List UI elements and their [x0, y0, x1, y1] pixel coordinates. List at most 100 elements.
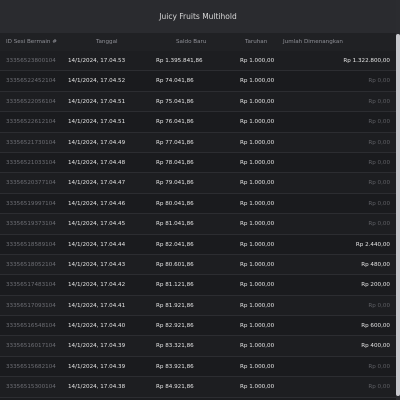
session-id-cell: 33356521730104	[6, 139, 56, 146]
bet-cell: Rp 1.000,00	[240, 159, 275, 166]
date-cell: 14/1/2024, 17.04.42	[68, 282, 126, 289]
table-row[interactable]: 33356519373104 14/1/2024, 17.04.45 Rp 81.0…	[0, 214, 396, 235]
balance-cell: Rp 81.121,86	[156, 282, 194, 289]
win-cell: Rp 0,00	[368, 78, 390, 85]
win-cell: Rp 200,00	[361, 282, 390, 289]
table-row[interactable]: 33356519997104 14/1/2024, 17.04.46 Rp 80.0…	[0, 193, 396, 215]
session-id-cell: 33356515682104	[6, 363, 56, 370]
session-id-cell: 33356519373104	[6, 221, 56, 228]
history-table-body: 33356523800104 14/1/2024, 17.04.53 Rp 1.39…	[0, 51, 396, 398]
table-header: ID Sesi Bermain # Tanggal Saldo Baru Tar…	[0, 33, 396, 51]
balance-cell: Rp 82.041,86	[156, 241, 194, 248]
window-title: Juicy Fruits Multihold	[159, 12, 237, 21]
balance-cell: Rp 84.921,86	[156, 384, 194, 391]
scrollbar-track[interactable]	[396, 0, 400, 400]
win-cell: Rp 0,00	[368, 384, 390, 391]
column-header-bet[interactable]: Taruhan	[245, 39, 267, 45]
date-cell: 14/1/2024, 17.04.45	[68, 221, 126, 228]
session-id-cell: 33356522612104	[6, 119, 56, 126]
win-cell: Rp 0,00	[368, 139, 390, 146]
date-cell: 14/1/2024, 17.04.38	[68, 384, 126, 391]
bet-cell: Rp 1.000,00	[240, 139, 275, 146]
column-header-win[interactable]: Jumlah Dimenangkan	[283, 39, 343, 45]
bet-cell: Rp 1.000,00	[240, 221, 275, 228]
date-cell: 14/1/2024, 17.04.51	[68, 119, 126, 126]
bet-cell: Rp 1.000,00	[240, 384, 275, 391]
title-bar: Juicy Fruits Multihold	[0, 0, 396, 33]
balance-cell: Rp 79.041,86	[156, 180, 194, 187]
win-cell: Rp 600,00	[361, 323, 390, 330]
bet-cell: Rp 1.000,00	[240, 282, 275, 289]
table-row[interactable]: 33356515682104 14/1/2024, 17.04.39 Rp 83.9…	[0, 356, 396, 378]
balance-cell: Rp 83.321,86	[156, 343, 194, 350]
balance-cell: Rp 81.921,86	[156, 302, 194, 309]
table-row[interactable]: 33356516017104 14/1/2024, 17.04.39 Rp 83.3…	[0, 336, 396, 357]
bet-cell: Rp 1.000,00	[240, 343, 275, 350]
win-cell: Rp 0,00	[368, 119, 390, 126]
table-row[interactable]: 33356522612104 14/1/2024, 17.04.51 Rp 76.0…	[0, 112, 396, 133]
win-cell: Rp 0,00	[368, 302, 390, 309]
bet-cell: Rp 1.000,00	[240, 200, 275, 207]
session-id-cell: 33356518052104	[6, 261, 56, 268]
bet-cell: Rp 1.000,00	[240, 241, 275, 248]
session-id-cell: 33356518589104	[6, 241, 56, 248]
win-cell: Rp 0,00	[368, 200, 390, 207]
session-id-cell: 33356516017104	[6, 343, 56, 350]
date-cell: 14/1/2024, 17.04.48	[68, 159, 126, 166]
session-id-cell: 33356517093104	[6, 302, 56, 309]
balance-cell: Rp 74.041,86	[156, 78, 194, 85]
bet-cell: Rp 1.000,00	[240, 323, 275, 330]
session-id-cell: 33356517483104	[6, 282, 56, 289]
table-row[interactable]: 33356518052104 14/1/2024, 17.04.43 Rp 80.6…	[0, 254, 396, 276]
win-cell: Rp 480,00	[361, 261, 390, 268]
bet-cell: Rp 1.000,00	[240, 180, 275, 187]
balance-cell: Rp 80.041,86	[156, 200, 194, 207]
win-cell: Rp 2.440,00	[355, 241, 390, 248]
table-row[interactable]: 33356521730104 14/1/2024, 17.04.49 Rp 77.0…	[0, 132, 396, 153]
table-row[interactable]: 33356523800104 14/1/2024, 17.04.53 Rp 1.39…	[0, 51, 396, 72]
table-row[interactable]: 33356515300104 14/1/2024, 17.04.38 Rp 84.9…	[0, 377, 396, 398]
table-row[interactable]: 33356518589104 14/1/2024, 17.04.44 Rp 82.0…	[0, 234, 396, 255]
bet-cell: Rp 1.000,00	[240, 261, 275, 268]
table-row[interactable]: 33356521033104 14/1/2024, 17.04.48 Rp 78.0…	[0, 152, 396, 174]
balance-cell: Rp 76.041,86	[156, 119, 194, 126]
date-cell: 14/1/2024, 17.04.49	[68, 139, 126, 146]
table-row[interactable]: 33356520377104 14/1/2024, 17.04.47 Rp 79.0…	[0, 173, 396, 194]
win-cell: Rp 0,00	[368, 363, 390, 370]
date-cell: 14/1/2024, 17.04.46	[68, 200, 126, 207]
date-cell: 14/1/2024, 17.04.39	[68, 343, 126, 350]
date-cell: 14/1/2024, 17.04.43	[68, 261, 126, 268]
table-row[interactable]: 33356516548104 14/1/2024, 17.04.40 Rp 82.9…	[0, 316, 396, 337]
table-row[interactable]: 33356522056104 14/1/2024, 17.04.51 Rp 75.0…	[0, 91, 396, 113]
balance-cell: Rp 75.041,86	[156, 98, 194, 105]
session-id-cell: 33356522056104	[6, 98, 56, 105]
balance-cell: Rp 78.041,86	[156, 159, 194, 166]
column-header-date[interactable]: Tanggal	[96, 39, 118, 45]
session-id-cell: 33356519997104	[6, 200, 56, 207]
session-id-cell: 33356516548104	[6, 323, 56, 330]
column-header-balance[interactable]: Saldo Baru	[176, 39, 206, 45]
scrollbar-thumb[interactable]	[396, 34, 400, 396]
bet-cell: Rp 1.000,00	[240, 119, 275, 126]
date-cell: 14/1/2024, 17.04.39	[68, 363, 126, 370]
balance-cell: Rp 1.395.841,86	[156, 58, 203, 64]
table-row[interactable]: 33356522452104 14/1/2024, 17.04.52 Rp 74.0…	[0, 71, 396, 92]
balance-cell: Rp 82.921,86	[156, 323, 194, 330]
table-row[interactable]: 33356517483104 14/1/2024, 17.04.42 Rp 81.1…	[0, 275, 396, 296]
date-cell: 14/1/2024, 17.04.52	[68, 78, 126, 85]
date-cell: 14/1/2024, 17.04.40	[68, 323, 126, 330]
session-id-cell: 33356522452104	[6, 78, 56, 85]
date-cell: 14/1/2024, 17.04.51	[68, 98, 126, 105]
win-cell: Rp 0,00	[368, 159, 390, 166]
bet-cell: Rp 1.000,00	[240, 302, 275, 309]
column-header-id[interactable]: ID Sesi Bermain #	[6, 39, 57, 45]
balance-cell: Rp 81.041,86	[156, 221, 194, 228]
win-cell: Rp 1.322.800,00	[343, 58, 390, 64]
balance-cell: Rp 83.921,86	[156, 363, 194, 370]
win-cell: Rp 400,00	[361, 343, 390, 350]
bet-cell: Rp 1.000,00	[240, 58, 275, 64]
session-id-cell: 33356515300104	[6, 384, 56, 391]
date-cell: 14/1/2024, 17.04.44	[68, 241, 126, 248]
table-row[interactable]: 33356517093104 14/1/2024, 17.04.41 Rp 81.9…	[0, 295, 396, 317]
win-cell: Rp 0,00	[368, 98, 390, 105]
